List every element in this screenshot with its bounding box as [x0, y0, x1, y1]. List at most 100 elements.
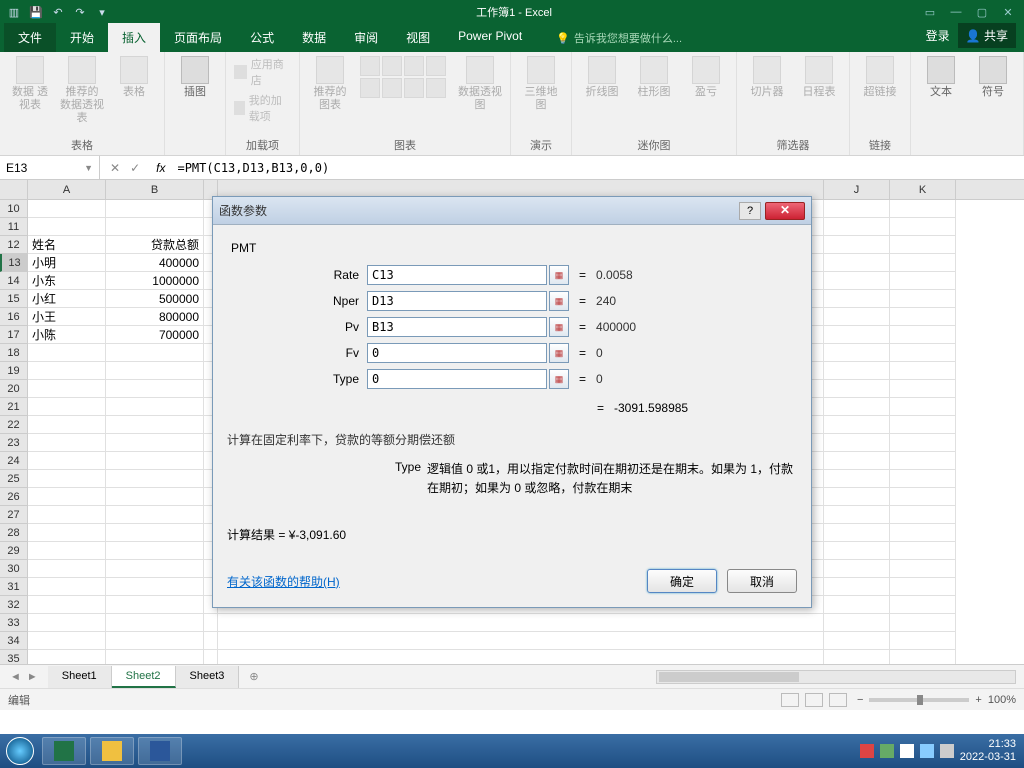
cell[interactable] — [28, 488, 106, 506]
cell[interactable] — [824, 398, 890, 416]
cell[interactable] — [824, 272, 890, 290]
cell[interactable] — [204, 614, 218, 632]
cell[interactable]: 姓名 — [28, 236, 106, 254]
cell[interactable] — [28, 650, 106, 664]
cell[interactable] — [106, 650, 204, 664]
column-header[interactable]: B — [106, 180, 204, 199]
cell[interactable] — [890, 254, 956, 272]
zoom-out-icon[interactable]: − — [857, 694, 863, 706]
zoom-slider[interactable] — [869, 698, 969, 702]
cell[interactable] — [28, 506, 106, 524]
cell[interactable] — [890, 560, 956, 578]
row-header[interactable]: 17 — [0, 326, 28, 344]
cell[interactable] — [28, 416, 106, 434]
taskbar-excel[interactable] — [42, 737, 86, 765]
row-header[interactable]: 10 — [0, 200, 28, 218]
normal-view-icon[interactable] — [781, 693, 799, 707]
cell[interactable] — [890, 290, 956, 308]
cell[interactable] — [106, 218, 204, 236]
cell[interactable] — [28, 218, 106, 236]
cell[interactable] — [890, 524, 956, 542]
range-selector-icon[interactable]: ▦ — [549, 369, 569, 389]
tab-开始[interactable]: 开始 — [56, 23, 108, 52]
cell[interactable] — [824, 308, 890, 326]
cell[interactable]: 小王 — [28, 308, 106, 326]
cell[interactable] — [106, 344, 204, 362]
cell[interactable] — [890, 326, 956, 344]
cell[interactable] — [890, 362, 956, 380]
login-link[interactable]: 登录 — [926, 27, 950, 44]
cell[interactable] — [204, 650, 218, 664]
row-header[interactable]: 19 — [0, 362, 28, 380]
cell[interactable]: 1000000 — [106, 272, 204, 290]
cell[interactable] — [824, 542, 890, 560]
arg-input-pv[interactable] — [367, 317, 547, 337]
maximize-icon[interactable]: ▢ — [970, 6, 994, 19]
page-break-view-icon[interactable] — [829, 693, 847, 707]
cell[interactable] — [890, 200, 956, 218]
namebox-dropdown-icon[interactable]: ▼ — [84, 163, 93, 173]
start-button[interactable] — [0, 734, 40, 768]
row-header[interactable]: 27 — [0, 506, 28, 524]
tab-power pivot[interactable]: Power Pivot — [444, 23, 536, 52]
cell[interactable]: 700000 — [106, 326, 204, 344]
cell[interactable] — [106, 416, 204, 434]
cell[interactable]: 800000 — [106, 308, 204, 326]
cell[interactable] — [890, 542, 956, 560]
tab-插入[interactable]: 插入 — [108, 23, 160, 52]
cell[interactable] — [890, 416, 956, 434]
fx-icon[interactable]: fx — [150, 161, 171, 175]
range-selector-icon[interactable]: ▦ — [549, 291, 569, 311]
cell[interactable] — [890, 452, 956, 470]
name-box[interactable]: E13 ▼ — [0, 156, 100, 179]
cell[interactable] — [824, 560, 890, 578]
row-header[interactable]: 16 — [0, 308, 28, 326]
cell[interactable] — [28, 362, 106, 380]
cell[interactable] — [106, 398, 204, 416]
cell[interactable] — [890, 380, 956, 398]
taskbar-word[interactable] — [138, 737, 182, 765]
cell[interactable] — [106, 362, 204, 380]
cell[interactable] — [890, 398, 956, 416]
ribbon-options-icon[interactable]: ▭ — [918, 6, 942, 19]
cell[interactable] — [890, 632, 956, 650]
cell[interactable]: 小陈 — [28, 326, 106, 344]
zoom-in-icon[interactable]: + — [975, 694, 981, 706]
row-header[interactable]: 14 — [0, 272, 28, 290]
sparkline-winloss-button[interactable]: 盈亏 — [684, 56, 728, 99]
cell[interactable]: 小明 — [28, 254, 106, 272]
cell[interactable] — [106, 578, 204, 596]
horizontal-scrollbar[interactable] — [269, 670, 1024, 684]
zoom-level[interactable]: 100% — [988, 694, 1016, 706]
cell[interactable]: 400000 — [106, 254, 204, 272]
row-header[interactable]: 31 — [0, 578, 28, 596]
cell[interactable] — [824, 290, 890, 308]
sheet-nav-prev-icon[interactable]: ◄ — [10, 671, 21, 683]
cell[interactable]: 500000 — [106, 290, 204, 308]
row-header[interactable]: 28 — [0, 524, 28, 542]
tab-数据[interactable]: 数据 — [288, 23, 340, 52]
cell[interactable] — [890, 344, 956, 362]
3dmap-button[interactable]: 三维地 图 — [519, 56, 563, 112]
formula-input[interactable]: =PMT(C13,D13,B13,0,0) — [171, 161, 1024, 175]
cell[interactable] — [28, 542, 106, 560]
cell[interactable] — [824, 506, 890, 524]
tray-network-icon[interactable] — [920, 744, 934, 758]
row-header[interactable]: 12 — [0, 236, 28, 254]
cell[interactable] — [824, 452, 890, 470]
tab-file[interactable]: 文件 — [4, 23, 56, 52]
cell[interactable] — [824, 596, 890, 614]
cell[interactable] — [106, 524, 204, 542]
column-header[interactable]: K — [890, 180, 956, 199]
cell[interactable] — [204, 632, 218, 650]
cell[interactable] — [824, 488, 890, 506]
cell[interactable] — [890, 272, 956, 290]
function-help-link[interactable]: 有关该函数的帮助(H) — [227, 573, 637, 590]
tab-视图[interactable]: 视图 — [392, 23, 444, 52]
tray-flag-icon[interactable] — [900, 744, 914, 758]
arg-input-rate[interactable] — [367, 265, 547, 285]
text-button[interactable]: 文本 — [919, 56, 963, 99]
sparkline-column-button[interactable]: 柱形图 — [632, 56, 676, 99]
taskbar-clock[interactable]: 21:332022-03-31 — [960, 738, 1016, 764]
cell[interactable] — [824, 632, 890, 650]
